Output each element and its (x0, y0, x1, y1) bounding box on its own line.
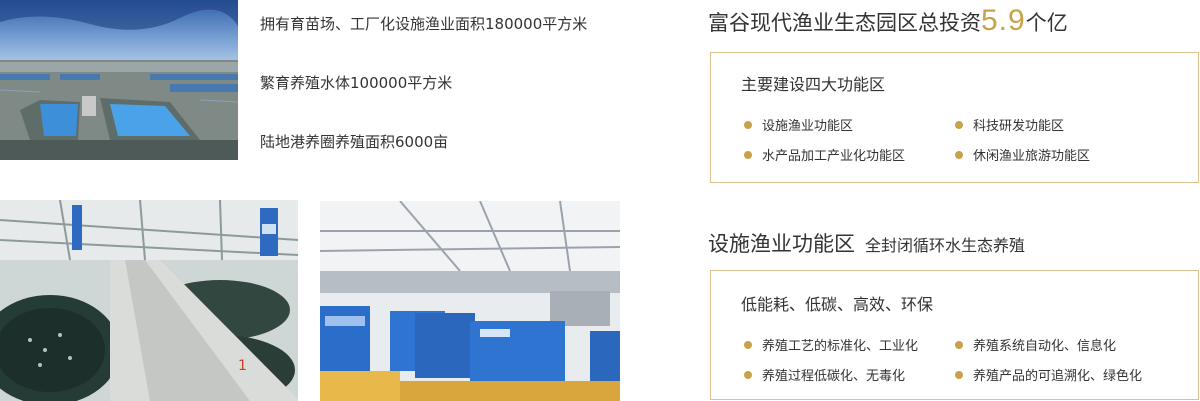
functional-zones-box: 主要建设四大功能区 设施渔业功能区 科技研发功能区 水产品加工产业化功能区 休闲… (710, 52, 1199, 183)
facility-item: 养殖过程低碳化、无毒化 (744, 365, 905, 384)
facility-item: 养殖工艺的标准化、工业化 (744, 335, 918, 354)
stat-line-breeding-water: 繁育养殖水体100000平方米 (260, 74, 453, 92)
facility-headline: 设施渔业功能区 全封闭循环水生态养殖 (708, 228, 1025, 258)
facility-box-title: 低能耗、低碳、高效、环保 (741, 295, 934, 314)
facility-subheading: 全封闭循环水生态养殖 (865, 236, 1026, 255)
facility-heading: 设施渔业功能区 (708, 232, 855, 256)
bullet-dot-icon (955, 341, 963, 349)
svg-text:1: 1 (238, 358, 247, 374)
blue-equipment-cabinets-photo (320, 201, 620, 401)
bullet-dot-icon (744, 341, 752, 349)
bullet-dot-icon (955, 371, 963, 379)
facility-item: 养殖系统自动化、信息化 (955, 335, 1116, 354)
bullet-dot-icon (744, 371, 752, 379)
aerial-fish-farm-photo (0, 0, 238, 160)
zone-item: 休闲渔业旅游功能区 (955, 145, 1090, 164)
investment-headline: 富谷现代渔业生态园区总投资5.9个亿 (708, 4, 1068, 38)
facility-item: 养殖产品的可追溯化、绿色化 (955, 365, 1142, 384)
investment-amount: 5.9 (981, 4, 1026, 37)
investment-suffix: 个亿 (1025, 11, 1068, 35)
bullet-dot-icon (955, 121, 963, 129)
bullet-dot-icon (744, 151, 752, 159)
zone-item: 水产品加工产业化功能区 (744, 145, 905, 164)
facility-features-box: 低能耗、低碳、高效、环保 养殖工艺的标准化、工业化 养殖系统自动化、信息化 养殖… (710, 270, 1199, 400)
stat-line-land-area: 陆地港养圈养殖面积6000亩 (260, 133, 449, 151)
zone-item: 设施渔业功能区 (744, 115, 853, 134)
functional-zones-title: 主要建设四大功能区 (741, 75, 886, 94)
bullet-dot-icon (744, 121, 752, 129)
investment-prefix: 富谷现代渔业生态园区总投资 (708, 11, 981, 35)
stat-line-hatchery-area: 拥有育苗场、工厂化设施渔业面积180000平方米 (260, 15, 588, 33)
indoor-fish-tanks-photo: 1 (0, 200, 298, 401)
bullet-dot-icon (955, 151, 963, 159)
zone-item: 科技研发功能区 (955, 115, 1064, 134)
